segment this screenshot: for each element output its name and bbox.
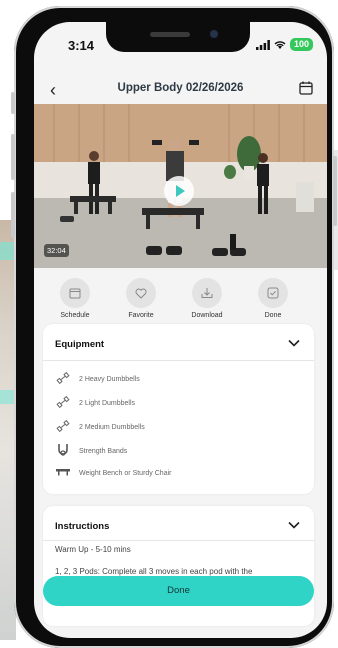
- schedule-action[interactable]: Schedule: [45, 278, 105, 319]
- download-label: Download: [191, 312, 223, 319]
- chevron-down-icon[interactable]: [288, 521, 300, 529]
- calendar-icon: [69, 288, 81, 299]
- header: ‹ Upper Body 02/26/2026: [34, 77, 327, 103]
- done-button-circle[interactable]: [258, 278, 288, 308]
- instructions-line: 1, 2, 3 Pods: Complete all 3 moves in ea…: [55, 567, 253, 576]
- download-action[interactable]: Download: [177, 278, 237, 319]
- equipment-item-label: Weight Bench or Sturdy Chair: [79, 470, 172, 477]
- done-label: Done: [264, 312, 282, 319]
- check-icon: [267, 287, 279, 299]
- equipment-item-label: Strength Bands: [79, 448, 128, 455]
- notch: [106, 22, 250, 52]
- done-action[interactable]: Done: [243, 278, 303, 319]
- equipment-card: Equipment 2 Heavy Dumbbells 2 Light Dumb…: [43, 324, 314, 494]
- chevron-down-icon[interactable]: [288, 339, 300, 347]
- video-duration: 32:04: [44, 244, 69, 257]
- instructions-title: Instructions: [55, 521, 110, 532]
- bench-icon: [55, 468, 71, 479]
- equipment-item: Strength Bands: [55, 443, 127, 460]
- download-button-circle[interactable]: [192, 278, 222, 308]
- status-time: 3:14: [68, 38, 95, 53]
- play-button[interactable]: [164, 176, 194, 206]
- dumbbell-icon: [55, 395, 71, 411]
- favorite-button-circle[interactable]: [126, 278, 156, 308]
- dumbbell-icon: [55, 419, 71, 435]
- battery-indicator: 100: [289, 38, 313, 51]
- done-button[interactable]: Done: [43, 576, 314, 606]
- speaker: [150, 32, 190, 37]
- status-indicators: 100: [255, 38, 313, 51]
- band-icon: [55, 443, 71, 460]
- calendar-icon[interactable]: [299, 81, 313, 95]
- volume-down-button: [11, 192, 15, 238]
- screen: 3:14 100 ‹ Upper Body 02/26/2026 32:04 S…: [34, 22, 327, 638]
- schedule-label: Schedule: [60, 312, 90, 319]
- equipment-title: Equipment: [55, 339, 105, 350]
- equipment-item: 2 Light Dumbbells: [55, 395, 136, 411]
- page-title: Upper Body 02/26/2026: [117, 82, 244, 94]
- phone-frame: 3:14 100 ‹ Upper Body 02/26/2026 32:04 S…: [11, 6, 337, 648]
- instructions-card: Instructions Warm Up - 5-10 mins 1, 2, 3…: [43, 506, 314, 626]
- divider: [43, 540, 314, 541]
- equipment-item: Weight Bench or Sturdy Chair: [55, 468, 171, 479]
- equipment-item-label: 2 Heavy Dumbbells: [79, 376, 140, 383]
- equipment-item-label: 2 Light Dumbbells: [79, 400, 136, 407]
- divider: [43, 360, 314, 361]
- workout-video[interactable]: 32:04: [34, 104, 327, 268]
- favorite-action[interactable]: Favorite: [111, 278, 171, 319]
- schedule-button-circle[interactable]: [60, 278, 90, 308]
- volume-up-button: [11, 134, 15, 180]
- wifi-icon: [274, 40, 286, 49]
- favorite-label: Favorite: [128, 312, 154, 319]
- dumbbell-icon: [55, 371, 71, 387]
- equipment-item-label: 2 Medium Dumbbells: [79, 424, 145, 431]
- mute-switch: [11, 92, 15, 114]
- front-camera: [210, 30, 218, 38]
- power-button: [333, 156, 337, 226]
- instructions-line: Warm Up - 5-10 mins: [55, 545, 131, 554]
- equipment-item: 2 Medium Dumbbells: [55, 419, 145, 435]
- signal-icon: [255, 39, 270, 50]
- equipment-item: 2 Heavy Dumbbells: [55, 371, 140, 387]
- download-icon: [201, 288, 213, 298]
- heart-icon: [135, 288, 147, 299]
- action-bar: Schedule Favorite Download Done: [34, 268, 327, 330]
